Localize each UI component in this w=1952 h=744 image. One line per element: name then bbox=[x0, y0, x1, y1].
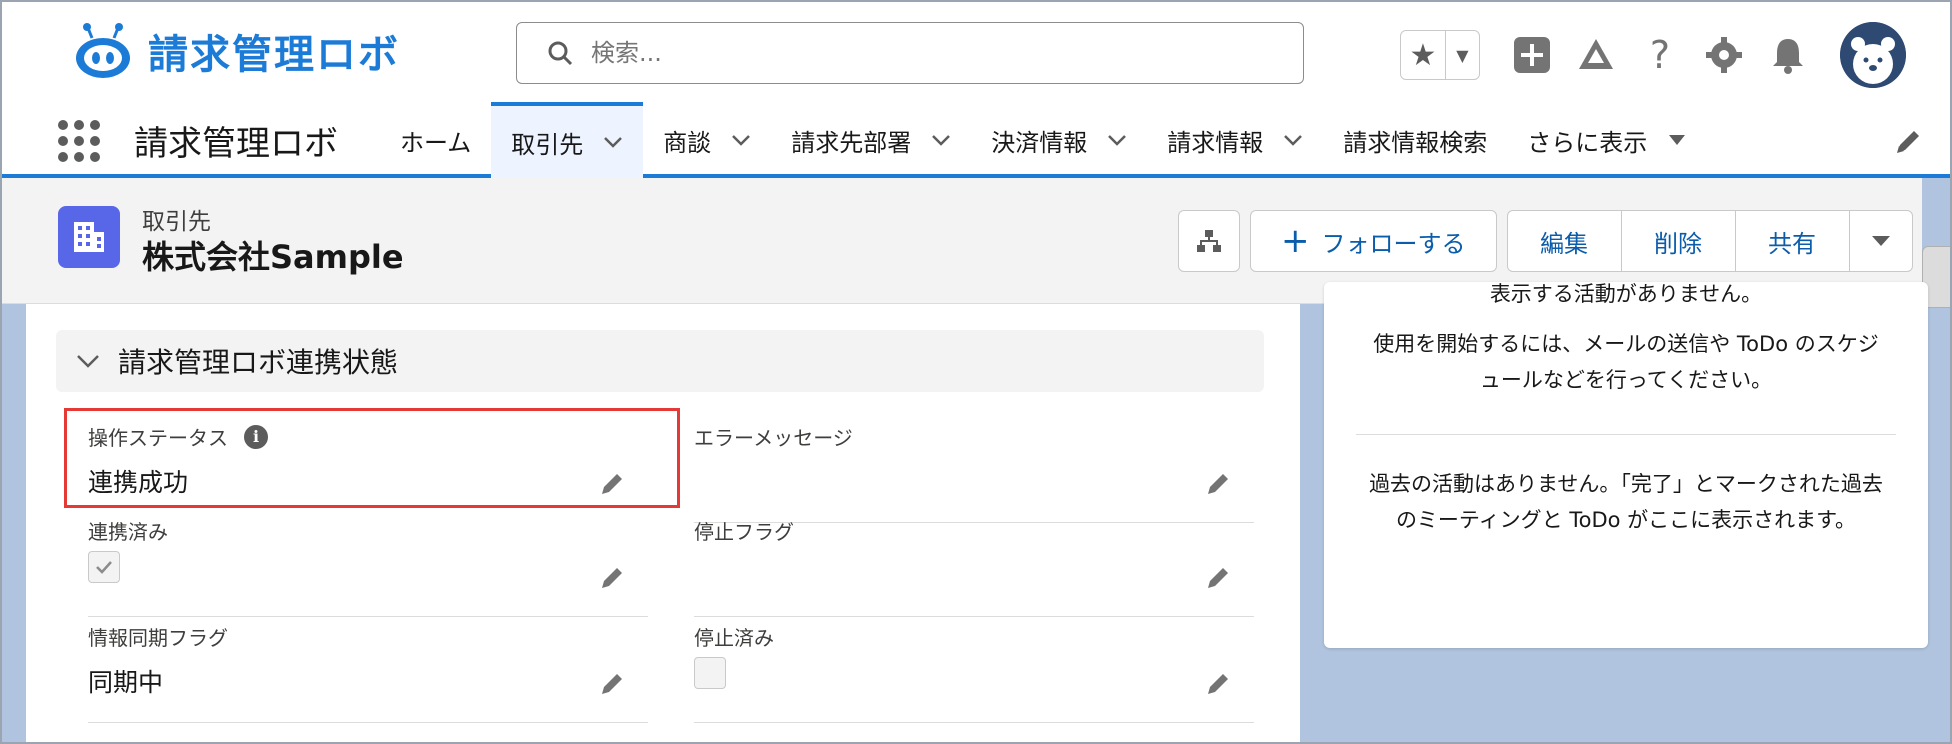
chevron-down-icon[interactable] bbox=[931, 134, 951, 146]
activity-panel: 表示する活動がありません。 使用を開始するには、メールの送信や ToDo のスケ… bbox=[1324, 282, 1928, 648]
check-icon bbox=[96, 561, 112, 574]
global-search[interactable] bbox=[516, 22, 1304, 84]
share-button[interactable]: 共有 bbox=[1736, 211, 1850, 271]
brand-logo[interactable]: 請求管理ロボ bbox=[72, 20, 400, 82]
nav-tab-opportunities[interactable]: 商談 bbox=[643, 102, 771, 178]
global-header: 請求管理ロボ ★ ▼ ? bbox=[2, 2, 1950, 102]
field-value bbox=[694, 463, 1254, 497]
search-icon bbox=[548, 41, 573, 66]
edit-button[interactable]: 編集 bbox=[1508, 211, 1622, 271]
edit-pencil-icon[interactable] bbox=[1204, 670, 1232, 698]
linked-checkbox bbox=[88, 551, 120, 583]
chevron-down-icon[interactable] bbox=[603, 136, 623, 148]
field-value: 同期中 bbox=[88, 668, 164, 697]
field-divider bbox=[694, 722, 1254, 723]
field-label: 情報同期フラグ bbox=[88, 626, 228, 650]
delete-button[interactable]: 削除 bbox=[1622, 211, 1736, 271]
more-actions-button[interactable] bbox=[1850, 211, 1912, 271]
hierarchy-icon bbox=[1197, 230, 1221, 252]
section-title: 請求管理ロボ連携状態 bbox=[118, 346, 399, 379]
nav-tab-billing-info[interactable]: 請求情報 bbox=[1147, 102, 1323, 178]
caret-down-icon bbox=[1871, 236, 1890, 246]
action-button-group: 編集 削除 共有 bbox=[1506, 210, 1913, 272]
field-stopped: 停止済み bbox=[694, 622, 1254, 723]
brand-logo-text: 請求管理ロボ bbox=[148, 32, 400, 78]
field-value bbox=[694, 557, 1254, 591]
record-title: 株式会社Sample bbox=[142, 238, 404, 276]
field-stop-flag: 停止フラグ bbox=[694, 516, 1254, 617]
field-divider bbox=[694, 616, 1254, 617]
edit-pencil-icon[interactable] bbox=[1204, 564, 1232, 592]
nav-tab-home[interactable]: ホーム bbox=[380, 102, 491, 178]
header-utilities: ★ ▼ ? bbox=[1400, 22, 1906, 88]
help-icon[interactable]: ? bbox=[1638, 30, 1682, 80]
record-detail-card: 請求管理ロボ連携状態 操作ステータス i 連携成功 エラーメッセージ 連携済み bbox=[26, 304, 1300, 742]
trailhead-guidance-icon[interactable] bbox=[1574, 30, 1618, 80]
global-create-icon[interactable] bbox=[1510, 30, 1554, 80]
edit-pencil-icon[interactable] bbox=[1204, 470, 1232, 498]
stopped-checkbox bbox=[694, 657, 726, 689]
field-sync-flag: 情報同期フラグ 同期中 bbox=[88, 622, 648, 723]
activity-past-empty-message: 過去の活動はありません。「完了」とマークされた過去 のミーティングと ToDo … bbox=[1369, 472, 1883, 532]
app-window: 請求管理ロボ ★ ▼ ? bbox=[0, 0, 1952, 744]
activity-upcoming-empty-title: 表示する活動がありません。 bbox=[1489, 282, 1763, 306]
edit-nav-pencil-icon[interactable] bbox=[1894, 126, 1924, 156]
field-error-message: エラーメッセージ bbox=[694, 422, 1254, 523]
favorites-dropdown-icon[interactable]: ▼ bbox=[1446, 31, 1479, 79]
account-object-icon bbox=[58, 206, 120, 268]
field-label: 連携済み bbox=[88, 520, 168, 544]
nav-tab-billing-search[interactable]: 請求情報検索 bbox=[1323, 102, 1507, 178]
search-input[interactable] bbox=[591, 39, 1291, 67]
object-type-label: 取引先 bbox=[142, 209, 211, 235]
chevron-down-icon[interactable] bbox=[1107, 134, 1127, 146]
plus-icon: + bbox=[1281, 221, 1310, 261]
robot-logo-icon bbox=[76, 23, 130, 78]
edit-pencil-icon[interactable] bbox=[598, 670, 626, 698]
favorites-group: ★ ▼ bbox=[1400, 30, 1480, 80]
chevron-down-icon[interactable] bbox=[1283, 134, 1303, 146]
field-label: 停止済み bbox=[694, 626, 774, 650]
edit-pencil-icon[interactable] bbox=[598, 564, 626, 592]
activity-upcoming-empty-message: 使用を開始するには、メールの送信や ToDo のスケジ ュールなどを行ってくださ… bbox=[1373, 332, 1879, 392]
caret-down-icon[interactable] bbox=[1667, 134, 1687, 146]
section-header[interactable]: 請求管理ロボ連携状態 bbox=[56, 330, 1264, 392]
activity-divider bbox=[1356, 434, 1896, 435]
nav-tab-more[interactable]: さらに表示 bbox=[1507, 102, 1707, 178]
nav-tab-billing-departments[interactable]: 請求先部署 bbox=[771, 102, 971, 178]
app-navigation-bar: 請求管理ロボ ホーム 取引先 商談 請求先部署 決済情報 請求情報 請求情報検索… bbox=[2, 102, 1950, 178]
field-label: エラーメッセージ bbox=[694, 426, 853, 450]
highlight-annotation-box bbox=[64, 408, 680, 508]
favorite-star-icon[interactable]: ★ bbox=[1401, 31, 1446, 79]
chevron-down-icon bbox=[77, 355, 99, 368]
record-actions: + フォローする 編集 削除 共有 bbox=[1178, 210, 1913, 272]
nav-tab-payment-info[interactable]: 決済情報 bbox=[971, 102, 1147, 178]
app-launcher-icon[interactable] bbox=[58, 120, 100, 162]
user-avatar[interactable] bbox=[1840, 22, 1906, 88]
app-name: 請求管理ロボ bbox=[134, 124, 338, 164]
view-hierarchy-button[interactable] bbox=[1178, 210, 1240, 272]
nav-tabs: ホーム 取引先 商談 請求先部署 決済情報 請求情報 請求情報検索 さらに表示 bbox=[380, 102, 1707, 178]
field-divider bbox=[88, 616, 648, 617]
nav-tab-accounts[interactable]: 取引先 bbox=[491, 102, 644, 178]
field-label: 停止フラグ bbox=[694, 520, 794, 544]
field-linked: 連携済み bbox=[88, 516, 648, 617]
follow-button[interactable]: + フォローする bbox=[1250, 210, 1497, 272]
bear-avatar-icon bbox=[1840, 22, 1906, 88]
field-divider bbox=[88, 722, 648, 723]
setup-gear-icon[interactable] bbox=[1702, 30, 1746, 80]
notifications-bell-icon[interactable] bbox=[1766, 30, 1810, 80]
chevron-down-icon[interactable] bbox=[731, 134, 751, 146]
